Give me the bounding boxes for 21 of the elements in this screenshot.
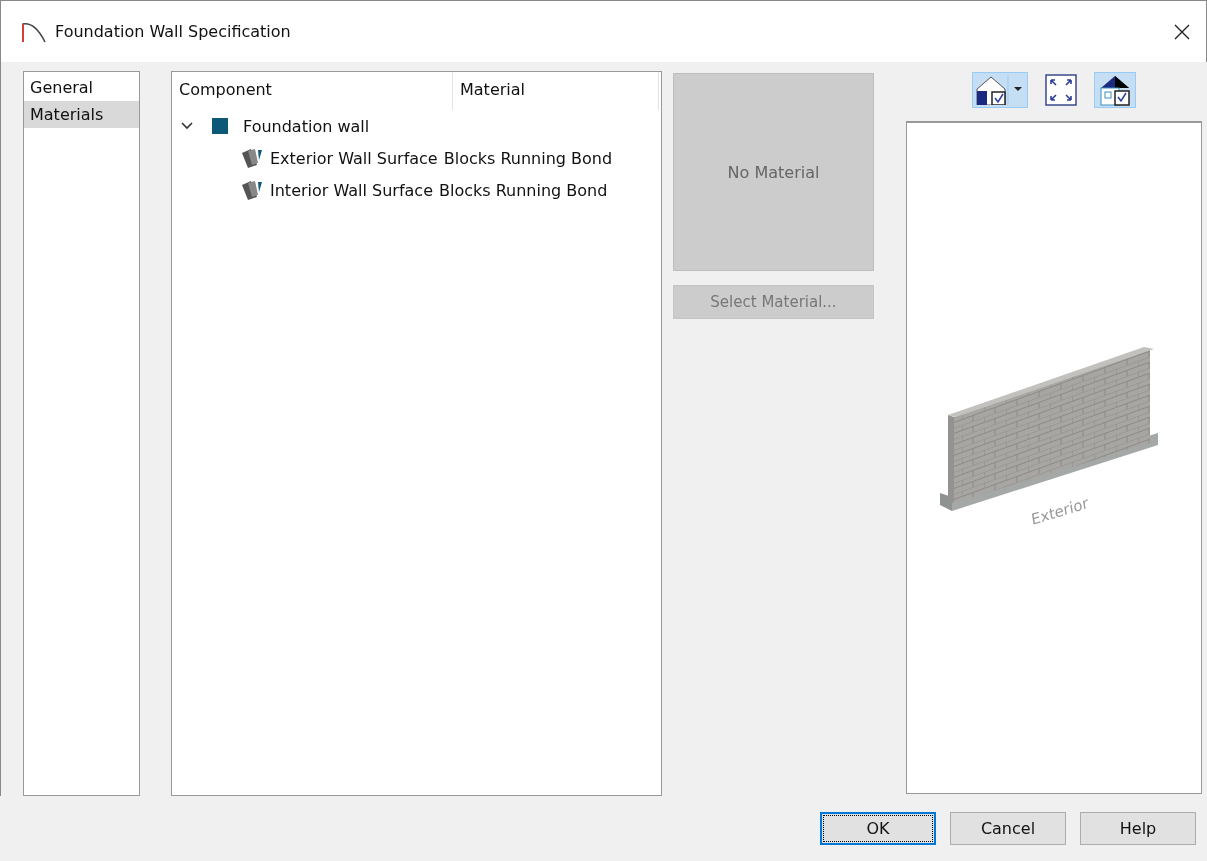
dialog-button[interactable]: Cancel bbox=[950, 812, 1066, 845]
column-header[interactable]: Component bbox=[172, 72, 453, 110]
view-options-button[interactable] bbox=[972, 72, 1028, 108]
material-swatches-icon bbox=[240, 179, 264, 201]
fit-view-button[interactable] bbox=[1042, 72, 1080, 108]
wall-type-icon bbox=[212, 118, 228, 134]
tree-item[interactable]: Foundation wall bbox=[243, 116, 370, 136]
dialog-button[interactable]: OK bbox=[820, 812, 936, 845]
tree-item[interactable]: Exterior Wall Surface bbox=[270, 148, 438, 168]
window-title: Foundation Wall Specification bbox=[55, 22, 292, 41]
tree-item[interactable]: Interior Wall Surface bbox=[270, 180, 433, 200]
close-icon bbox=[1174, 23, 1190, 40]
sidebar-item[interactable]: General bbox=[24, 74, 139, 101]
material-swatches-icon bbox=[240, 147, 264, 169]
material-swatch: No Material bbox=[673, 73, 874, 271]
column-header[interactable]: Material bbox=[453, 72, 659, 110]
table-cell-text: Blocks Running Bond bbox=[438, 180, 608, 200]
table-cell-text: Blocks Running Bond bbox=[442, 148, 613, 168]
sidebar-item[interactable]: Materials bbox=[24, 101, 139, 128]
dialog-button[interactable]: Help bbox=[1080, 812, 1196, 845]
display-options-button[interactable] bbox=[1094, 72, 1136, 108]
